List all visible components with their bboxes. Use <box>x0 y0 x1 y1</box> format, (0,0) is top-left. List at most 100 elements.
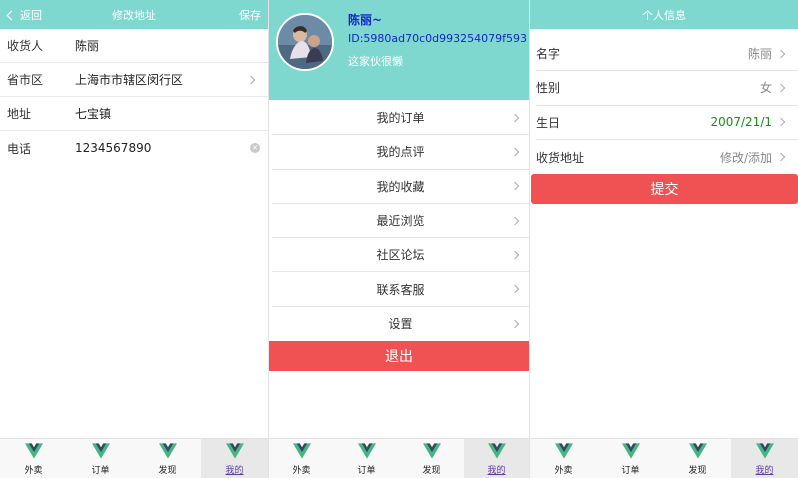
tab-orders[interactable]: 订单 <box>334 439 399 478</box>
chevron-right-icon <box>510 284 520 294</box>
menu-item-recent[interactable]: 最近浏览 <box>272 204 529 239</box>
profile-id: ID:5980ad70c0d993254079f593 <box>348 32 528 45</box>
tab-takeout[interactable]: 外卖 <box>530 439 597 478</box>
tab-takeout[interactable]: 外卖 <box>0 439 67 478</box>
back-label: 返回 <box>20 8 42 22</box>
phone-input[interactable]: 1234567890 <box>75 141 268 155</box>
header-bar: 个人信息 <box>530 0 798 29</box>
info-row-address[interactable]: 收货地址 修改/添加 <box>536 140 798 174</box>
avatar-photo-icon <box>278 15 332 69</box>
info-row-gender[interactable]: 性别 女 <box>536 71 798 106</box>
recipient-input[interactable]: 陈丽 <box>75 37 268 54</box>
vue-logo-icon <box>621 443 640 459</box>
tab-label: 我的 <box>225 466 244 476</box>
vue-logo-icon <box>158 443 177 459</box>
recipient-field[interactable]: 收货人 陈丽 <box>0 29 268 63</box>
submit-button[interactable]: 提交 <box>531 174 798 205</box>
personal-info-screen: 个人信息 名字 陈丽 性别 女 生日 2007/21/1 收货地址 修改/添加 … <box>529 0 798 478</box>
chevron-right-icon <box>510 147 520 157</box>
tab-discover[interactable]: 发现 <box>399 439 464 478</box>
info-value: 2007/21/1 <box>710 115 772 130</box>
info-value: 陈丽 <box>747 47 772 62</box>
menu-item-settings[interactable]: 设置 <box>272 307 529 341</box>
field-label: 电话 <box>7 141 32 156</box>
menu-item-label: 我的点评 <box>376 145 425 160</box>
tab-label: 订单 <box>621 466 640 476</box>
info-row-name[interactable]: 名字 陈丽 <box>536 37 798 72</box>
chevron-right-icon <box>776 117 786 127</box>
logout-button[interactable]: 退出 <box>269 341 529 372</box>
menu-item-reviews[interactable]: 我的点评 <box>272 135 529 170</box>
tab-bar: 外卖 订单 发现 我的 <box>0 438 268 478</box>
menu-item-support[interactable]: 联系客服 <box>272 272 529 307</box>
region-field[interactable]: 省市区 上海市市辖区闵行区 <box>0 63 268 97</box>
tab-label: 我的 <box>755 466 774 476</box>
profile-header: 陈丽~ ID:5980ad70c0d993254079f593 这家伙很懒 <box>269 0 529 100</box>
field-label: 省市区 <box>7 73 44 87</box>
info-label: 性别 <box>536 81 561 96</box>
info-row-birthday[interactable]: 生日 2007/21/1 <box>536 106 798 140</box>
address-input[interactable]: 七宝镇 <box>75 105 268 122</box>
vue-logo-icon <box>688 443 707 459</box>
menu-item-orders[interactable]: 我的订单 <box>272 101 529 136</box>
tab-mine[interactable]: 我的 <box>464 439 529 478</box>
menu-item-label: 最近浏览 <box>376 214 425 229</box>
phone-field[interactable]: 电话 1234567890 × <box>0 131 268 165</box>
vue-logo-icon <box>91 443 110 459</box>
tab-label: 外卖 <box>24 466 43 476</box>
chevron-right-icon <box>510 216 520 225</box>
info-label: 生日 <box>536 115 561 130</box>
tab-label: 外卖 <box>292 466 311 476</box>
info-value: 女 <box>759 81 772 96</box>
info-value: 修改/添加 <box>719 150 772 165</box>
menu-item-forum[interactable]: 社区论坛 <box>272 238 529 273</box>
tab-takeout[interactable]: 外卖 <box>269 439 334 478</box>
field-label: 地址 <box>7 107 32 121</box>
field-label: 收货人 <box>7 39 44 53</box>
back-button[interactable]: 返回 <box>6 0 42 29</box>
tab-mine[interactable]: 我的 <box>731 439 798 478</box>
tab-label: 发现 <box>158 466 177 476</box>
tab-label: 发现 <box>422 466 441 476</box>
tab-label: 外卖 <box>554 466 573 476</box>
vue-logo-icon <box>554 443 573 459</box>
profile-screen: 陈丽~ ID:5980ad70c0d993254079f593 这家伙很懒 我的… <box>268 0 529 478</box>
avatar[interactable] <box>276 13 334 71</box>
chevron-right-icon <box>776 49 786 58</box>
vue-logo-icon <box>755 443 774 459</box>
tab-orders[interactable]: 订单 <box>67 439 134 478</box>
tab-label: 订单 <box>357 466 376 476</box>
profile-bio: 这家伙很懒 <box>348 55 403 68</box>
vue-logo-icon <box>24 443 43 459</box>
tab-mine[interactable]: 我的 <box>201 439 268 478</box>
info-label: 名字 <box>536 47 561 62</box>
chevron-right-icon <box>510 113 520 122</box>
address-field[interactable]: 地址 七宝镇 <box>0 97 268 131</box>
menu-item-label: 联系客服 <box>376 282 425 297</box>
tab-label: 我的 <box>487 466 506 476</box>
tab-bar: 外卖 订单 发现 我的 <box>530 438 798 478</box>
region-select[interactable]: 上海市市辖区闵行区 <box>75 71 268 88</box>
edit-address-screen: 返回 修改地址 保存 收货人 陈丽 省市区 上海市市辖区闵行区 地址 七宝镇 电… <box>0 0 268 478</box>
info-label: 收货地址 <box>536 150 585 165</box>
vue-logo-icon <box>225 443 244 459</box>
tab-discover[interactable]: 发现 <box>664 439 731 478</box>
profile-menu: 我的订单 我的点评 我的收藏 最近浏览 社区论坛 联系客服 设置 <box>269 101 529 341</box>
tab-label: 订单 <box>91 466 110 476</box>
chevron-left-icon <box>6 10 17 20</box>
clear-icon[interactable]: × <box>250 143 260 153</box>
menu-item-label: 我的订单 <box>376 111 425 126</box>
vue-logo-icon <box>422 443 441 459</box>
chevron-right-icon <box>510 319 520 329</box>
menu-item-favorites[interactable]: 我的收藏 <box>272 170 529 204</box>
chevron-right-icon <box>776 152 786 162</box>
tab-orders[interactable]: 订单 <box>597 439 664 478</box>
vue-logo-icon <box>292 443 311 459</box>
tab-label: 发现 <box>688 466 707 476</box>
tab-bar: 外卖 订单 发现 我的 <box>269 438 529 478</box>
chevron-right-icon <box>776 83 786 93</box>
chevron-right-icon <box>510 181 520 191</box>
save-button[interactable]: 保存 <box>239 0 261 29</box>
tab-discover[interactable]: 发现 <box>134 439 201 478</box>
